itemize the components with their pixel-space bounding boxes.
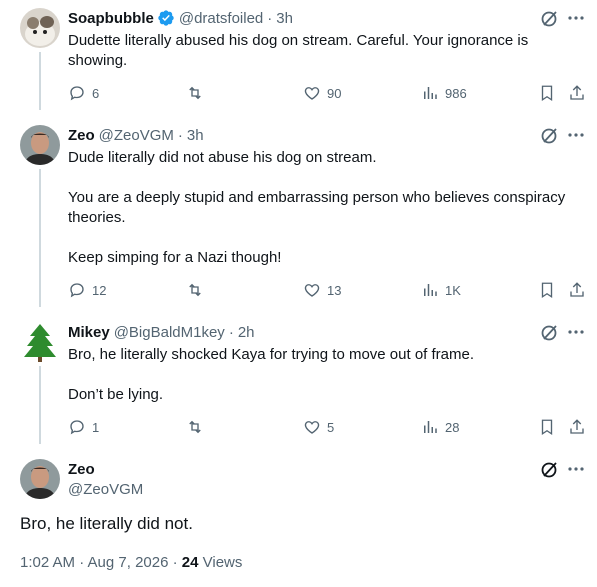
bookmark-icon (541, 419, 553, 436)
repost-icon (189, 420, 201, 434)
action-bar: 6 90 986 (68, 83, 588, 103)
views-icon (424, 87, 437, 99)
tweet-mikey[interactable]: Mikey @BigBaldM1key · 2h Bro, he literal… (0, 314, 597, 444)
like-icon (304, 284, 320, 297)
tweet-header: Mikey @BigBaldM1key · 2h (68, 322, 255, 342)
repost-icon (189, 283, 201, 297)
like-button[interactable]: 13 (303, 280, 341, 300)
more-icon[interactable] (567, 460, 585, 478)
views-button[interactable]: 28 (421, 417, 459, 437)
share-button[interactable] (568, 83, 586, 103)
like-button[interactable]: 5 (303, 417, 334, 437)
bookmark-button[interactable] (538, 417, 556, 437)
main-tweet-text: Bro, he literally did not. (20, 514, 193, 533)
grok-icon[interactable] (540, 322, 560, 342)
reply-count: 12 (92, 282, 107, 298)
reply-button[interactable]: 12 (68, 280, 106, 300)
views-count: 1K (445, 282, 461, 298)
views-button[interactable]: 1K (421, 280, 461, 300)
tweet-line: Bro, he literally shocked Kaya for tryin… (68, 346, 475, 363)
tweet-line: Dude literally did not abuse his dog on … (68, 149, 377, 166)
avatar[interactable] (20, 125, 60, 165)
bookmark-button[interactable] (538, 83, 556, 103)
verified-badge-icon (157, 9, 175, 27)
more-icon[interactable] (567, 126, 585, 144)
reply-icon (70, 420, 84, 435)
bookmark-icon (541, 282, 553, 299)
views-count: 28 (445, 419, 460, 435)
views-icon (424, 421, 437, 433)
reply-count: 1 (92, 419, 100, 435)
reply-icon (70, 86, 84, 101)
views-count: 986 (445, 85, 467, 101)
tweet-metadata: 1:02 AM · Aug 7, 2026 · 24 Views (20, 554, 242, 571)
tweet-text: Dude literally did not abuse his dog on … (68, 148, 588, 268)
like-icon (304, 421, 320, 434)
tweet-line: You are a deeply stupid and embarrassing… (68, 189, 566, 226)
views-icon (424, 284, 437, 296)
author-name[interactable]: Soapbubble (68, 10, 154, 27)
share-icon (570, 419, 584, 434)
like-count: 5 (327, 419, 335, 435)
reply-icon (70, 283, 84, 298)
tweet-zeo[interactable]: Zeo @ZeoVGM · 3h Dude literally did not … (0, 117, 597, 307)
tweet-soapbubble[interactable]: Soapbubble @dratsfoiled · 3h Dudette lit… (0, 0, 597, 110)
tweet-line: Don’t be lying. (68, 386, 164, 403)
repost-button[interactable] (186, 83, 210, 103)
avatar[interactable] (20, 8, 60, 48)
author-handle[interactable]: @ZeoVGM (68, 481, 143, 498)
tweet-time[interactable]: 2h (238, 324, 255, 341)
more-icon[interactable] (567, 323, 585, 341)
tweet-line: Keep simping for a Nazi though! (68, 249, 282, 266)
bookmark-button[interactable] (538, 280, 556, 300)
more-icon[interactable] (567, 9, 585, 27)
share-icon (570, 282, 584, 297)
share-icon (570, 85, 584, 100)
views-count: 24 (181, 554, 199, 571)
like-button[interactable]: 90 (303, 83, 341, 103)
separator-dot: · (177, 126, 183, 144)
tweet-line: Dudette literally abused his dog on stre… (68, 32, 529, 69)
timestamp[interactable]: 1:02 AM · Aug 7, 2026 · (20, 554, 182, 571)
separator-dot: · (228, 323, 234, 341)
grok-icon[interactable] (540, 459, 560, 479)
tweet-text: Bro, he literally shocked Kaya for tryin… (68, 345, 578, 405)
author-name[interactable]: Zeo (68, 127, 95, 144)
main-tweet: Zeo @ZeoVGM Bro, he literally did not. 1… (0, 450, 597, 587)
reply-button[interactable]: 6 (68, 83, 99, 103)
separator-dot: · (267, 9, 273, 27)
bookmark-icon (541, 85, 553, 102)
grok-icon[interactable] (540, 125, 560, 145)
avatar[interactable] (20, 459, 60, 499)
grok-icon[interactable] (540, 8, 560, 28)
repost-button[interactable] (186, 280, 210, 300)
author-handle[interactable]: @ZeoVGM (99, 127, 174, 144)
thread-line (39, 52, 41, 110)
author-name[interactable]: Zeo (68, 461, 95, 478)
author-handle[interactable]: @dratsfoiled (179, 10, 263, 27)
thread-line (39, 169, 41, 307)
reply-button[interactable]: 1 (68, 417, 99, 437)
views-label: Views (198, 554, 243, 571)
tweet-text: Dudette literally abused his dog on stre… (68, 31, 558, 71)
author-handle[interactable]: @BigBaldM1key (114, 324, 225, 341)
views-button[interactable]: 986 (421, 83, 467, 103)
action-bar: 1 5 28 (68, 417, 588, 437)
like-icon (304, 87, 320, 100)
share-button[interactable] (568, 280, 586, 300)
repost-button[interactable] (186, 417, 210, 437)
repost-icon (189, 86, 201, 100)
like-count: 13 (327, 282, 342, 298)
reply-count: 6 (92, 85, 100, 101)
tweet-time[interactable]: 3h (187, 127, 204, 144)
tweet-header: Zeo @ZeoVGM · 3h (68, 125, 204, 145)
tweet-header: Soapbubble @dratsfoiled · 3h (68, 8, 293, 28)
thread-line (39, 366, 41, 444)
tweet-time[interactable]: 3h (276, 10, 293, 27)
author-name[interactable]: Mikey (68, 324, 110, 341)
action-bar: 12 13 1K (68, 280, 588, 300)
share-button[interactable] (568, 417, 586, 437)
like-count: 90 (327, 85, 342, 101)
avatar[interactable] (20, 322, 60, 362)
